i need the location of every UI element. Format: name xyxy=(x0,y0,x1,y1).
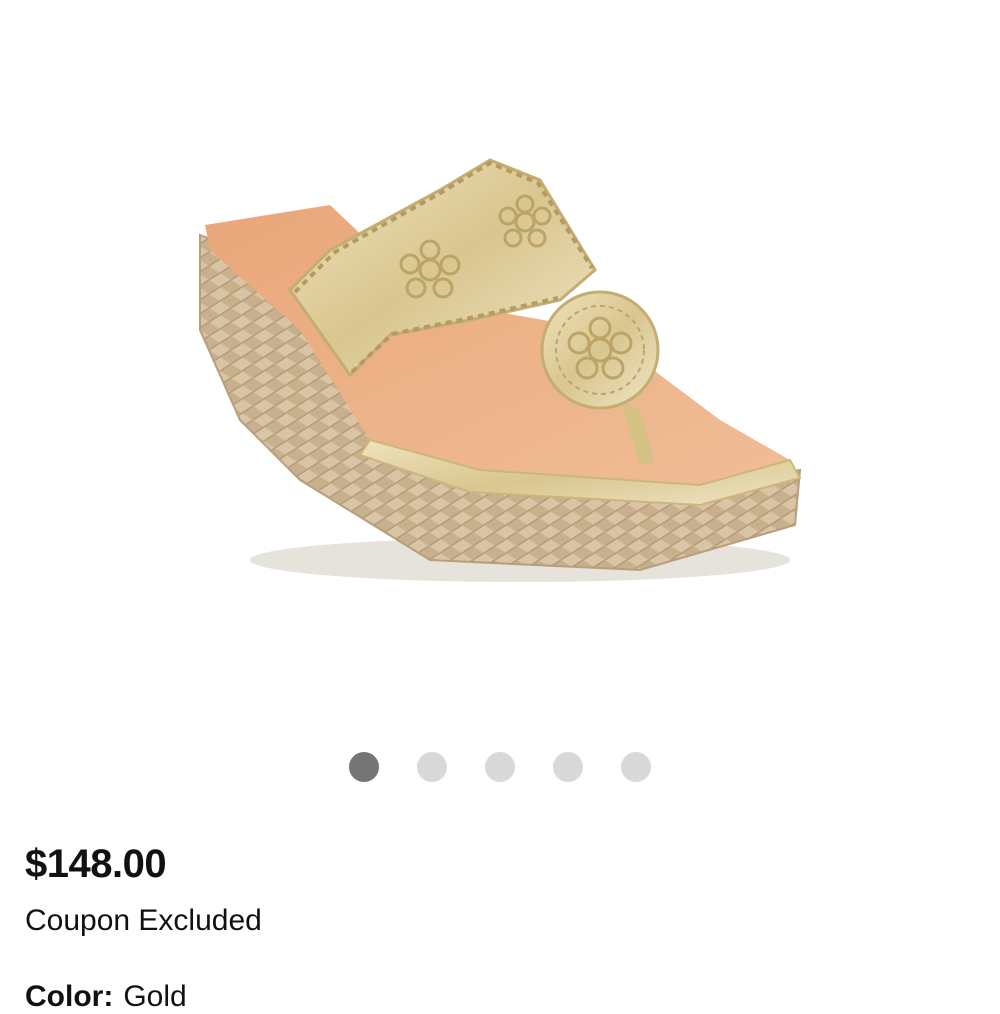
color-label: Color: xyxy=(25,980,114,1013)
carousel-dot-5[interactable] xyxy=(621,752,651,782)
product-price: $148.00 xyxy=(25,842,167,886)
sandal-illustration xyxy=(199,158,802,582)
color-row: Color: Gold xyxy=(25,980,187,1014)
carousel-dot-4[interactable] xyxy=(553,752,583,782)
carousel-dot-1[interactable] xyxy=(349,752,379,782)
product-image[interactable] xyxy=(0,0,1000,720)
coupon-note: Coupon Excluded xyxy=(25,904,262,937)
image-carousel-dots xyxy=(0,752,1000,782)
carousel-dot-2[interactable] xyxy=(417,752,447,782)
color-value: Gold xyxy=(123,980,187,1013)
carousel-dot-3[interactable] xyxy=(485,752,515,782)
